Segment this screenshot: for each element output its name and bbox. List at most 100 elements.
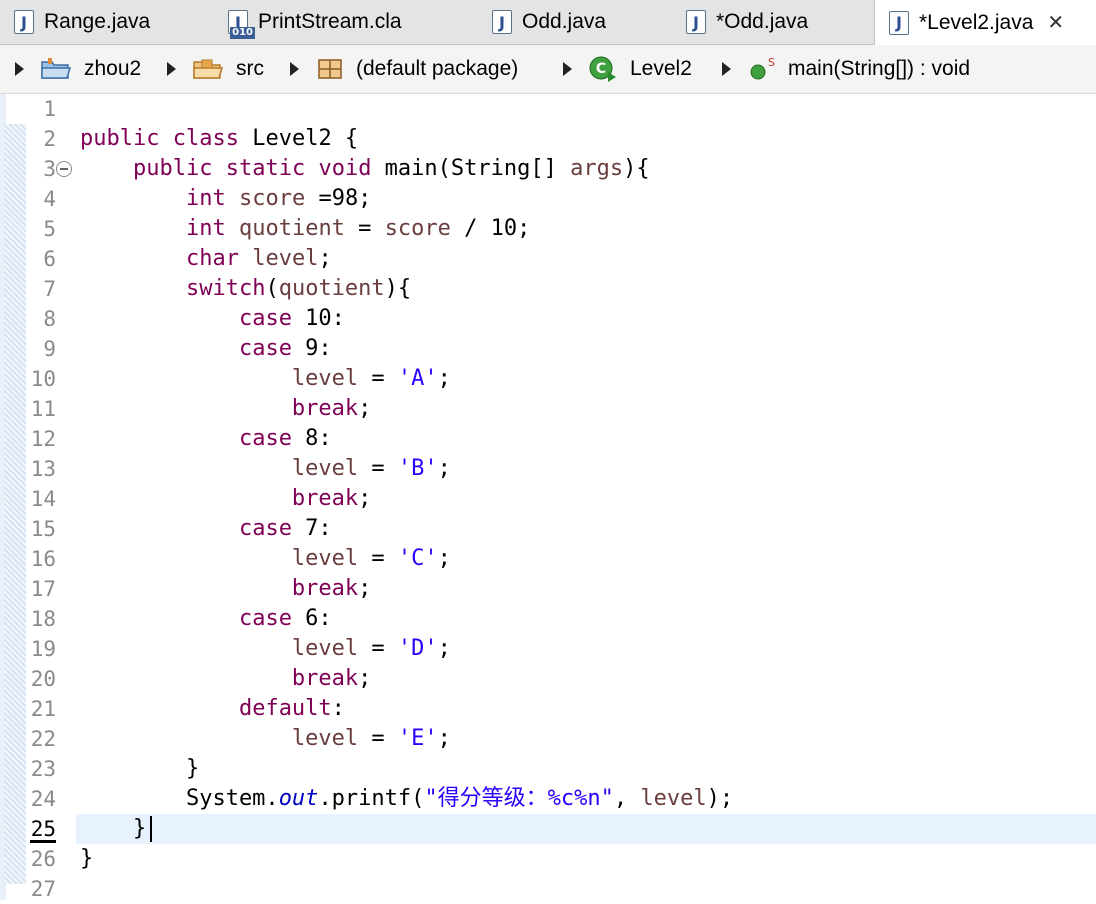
close-tab-icon[interactable]: ✕ (1047, 10, 1064, 35)
breadcrumb-label: main(String[]) : void (788, 57, 971, 80)
code-line[interactable]: } (80, 844, 93, 874)
code-line[interactable]: level = 'E'; (80, 724, 451, 754)
code-token: ; (318, 246, 332, 271)
tab-printstream-class[interactable]: J 010 PrintStream.cla (228, 0, 402, 44)
code-line[interactable]: int score =98; (80, 184, 371, 214)
line-number: 16 (30, 547, 56, 571)
java-file-icon: J (14, 10, 34, 34)
code-token: System. (80, 786, 279, 811)
code-line[interactable]: default: (80, 694, 345, 724)
code-line[interactable]: case 10: (80, 304, 345, 334)
code-line[interactable]: case 6: (80, 604, 332, 634)
breadcrumb-arrow-icon[interactable] (563, 62, 572, 76)
code-line[interactable]: break; (80, 574, 371, 604)
code-token-var: level (291, 636, 359, 661)
class-icon: C (589, 56, 616, 82)
code-line[interactable]: level = 'D'; (80, 634, 451, 664)
tab-odd-java[interactable]: J Odd.java (492, 0, 606, 44)
code-line[interactable]: } (80, 814, 146, 844)
breadcrumb-arrow-icon[interactable] (15, 62, 24, 76)
code-token-kw: static (225, 156, 306, 181)
breadcrumb-method[interactable]: S main(String[]) : void (748, 45, 970, 93)
breadcrumb-arrow-icon[interactable] (290, 62, 299, 76)
tab-label: PrintStream.cla (258, 10, 402, 33)
line-number: 15 (30, 517, 56, 541)
code-line[interactable]: level = 'C'; (80, 544, 451, 574)
code-line[interactable]: case 9: (80, 334, 332, 364)
fold-collapse-icon[interactable] (56, 161, 72, 177)
code-token: =98; (305, 186, 372, 211)
code-token-kw: default (238, 696, 332, 721)
code-token-kw: public (132, 156, 213, 181)
breadcrumb-arrow-icon[interactable] (167, 62, 176, 76)
tab-label: Odd.java (522, 10, 607, 33)
method-icon: S (750, 56, 775, 80)
tab-odd-java-modified[interactable]: J *Odd.java (686, 0, 808, 44)
breadcrumb-project[interactable]: zhou2 (40, 45, 141, 93)
code-line[interactable]: } (80, 754, 199, 784)
tab-range-java[interactable]: J Range.java (14, 0, 150, 44)
code-token-kw: switch (185, 276, 266, 301)
code-line[interactable]: level = 'B'; (80, 454, 451, 484)
line-number: 24 (30, 787, 56, 811)
line-number: 21 (30, 697, 56, 721)
line-number: 23 (30, 757, 56, 781)
svg-text:S: S (768, 56, 775, 69)
code-token: .printf( (318, 786, 425, 811)
code-token-var: level (252, 246, 319, 271)
code-line[interactable]: System.out.printf("得分等级：%c%n", level); (80, 784, 733, 814)
code-token: 6: (291, 606, 332, 631)
code-line[interactable]: case 7: (80, 514, 332, 544)
code-line[interactable]: char level; (80, 244, 332, 274)
line-number: 12 (30, 427, 56, 451)
code-line[interactable]: break; (80, 664, 371, 694)
code-token: ; (437, 726, 451, 751)
editor-tab-bar: J Range.java J 010 PrintStream.cla J Odd.… (0, 0, 1096, 45)
breadcrumb-label: (default package) (356, 57, 519, 80)
code-token-kw: case (238, 336, 292, 361)
code-line[interactable]: level = 'A'; (80, 364, 451, 394)
breadcrumb-label: src (236, 57, 264, 80)
code-line[interactable]: break; (80, 484, 371, 514)
line-number: 10 (30, 367, 56, 391)
breadcrumb-label: Level2 (630, 57, 692, 80)
current-line-highlight (76, 814, 1096, 844)
breadcrumb-class[interactable]: C Level2 (588, 45, 692, 93)
code-token: / 10; (450, 216, 531, 241)
code-token: ; (358, 396, 372, 421)
code-line[interactable]: int quotient = score / 10; (80, 214, 530, 244)
code-token-var: score (238, 186, 306, 211)
line-number: 5 (43, 217, 56, 241)
breadcrumb-package[interactable]: (default package) (316, 45, 518, 93)
code-line[interactable]: switch(quotient){ (80, 274, 411, 304)
code-line[interactable]: case 8: (80, 424, 332, 454)
code-token-var: quotient (278, 276, 385, 301)
line-number: 9 (43, 337, 56, 361)
code-line[interactable]: public class Level2 { (80, 124, 358, 154)
code-token-var: score (384, 216, 451, 241)
breadcrumb-arrow-icon[interactable] (722, 62, 731, 76)
line-number: 18 (30, 607, 56, 631)
code-line[interactable]: public static void main(String[] args){ (80, 154, 650, 184)
code-token-str: 'E' (397, 726, 438, 751)
code-token-kw: break (291, 666, 359, 691)
java-file-icon: J (492, 10, 512, 34)
code-token: 8: (291, 426, 332, 451)
line-number: 22 (30, 727, 56, 751)
breadcrumb-src[interactable]: src (192, 45, 264, 93)
code-token-str: 'D' (397, 636, 438, 661)
code-editor[interactable]: 1 2 3 4 5 6 7 8 9 10 11 12 13 14 15 16 17 18 19 20 21 22 23 24 2… (0, 94, 1096, 901)
code-line[interactable]: break; (80, 394, 371, 424)
code-token-kw: case (238, 606, 292, 631)
tab-level2-java-active[interactable]: J *Level2.java ✕ (874, 0, 1096, 45)
